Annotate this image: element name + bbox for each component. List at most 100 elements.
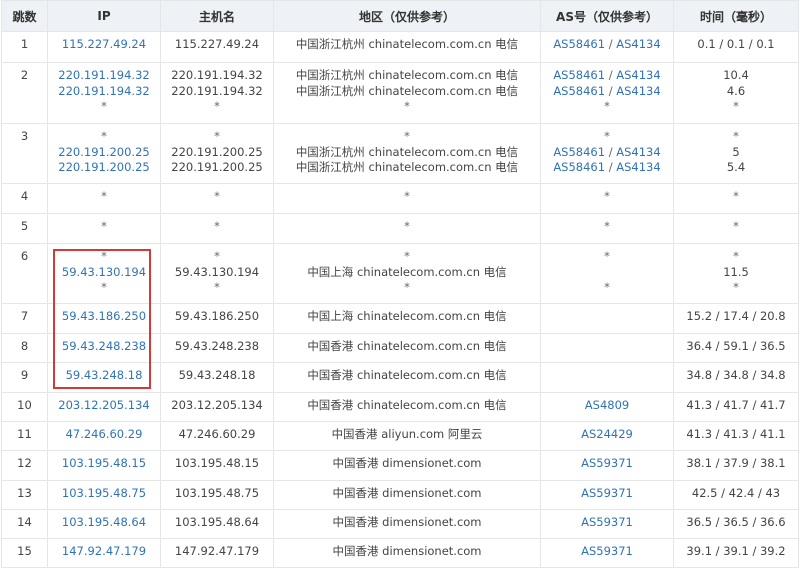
hop-number: 15	[17, 544, 32, 558]
ip-link[interactable]: 220.191.200.25	[50, 145, 158, 161]
hostname-text: *	[214, 280, 220, 294]
ip-link[interactable]: 59.43.130.194	[50, 265, 158, 281]
hop-number: 3	[20, 129, 29, 143]
hostname-text: 220.191.194.32	[171, 83, 263, 98]
as-link[interactable]: AS58461	[553, 68, 605, 82]
ip-link[interactable]: 147.92.47.179	[50, 544, 158, 560]
time-text: *	[733, 99, 739, 113]
table-row: 12 103.195.48.15 103.195.48.15 中国香港 dimensi…	[1, 450, 799, 481]
ip-link[interactable]: 115.227.49.24	[50, 37, 158, 53]
hostname-cell: 59.43.186.250	[160, 303, 274, 334]
hop-cell: 1	[1, 31, 48, 63]
time-text: 11.5	[723, 264, 749, 279]
table-row: 9 59.43.248.18 59.43.248.18 中国香港 chinatelec…	[1, 362, 799, 393]
as-cell	[540, 362, 674, 393]
hostname-text: *	[214, 189, 220, 203]
as-link[interactable]: AS59371	[581, 544, 633, 558]
region-cell: 中国香港 chinatelecom.com.cn 电信	[273, 392, 541, 422]
hostname-cell: * 59.43.130.194 *	[160, 243, 274, 304]
as-link[interactable]: AS58461	[553, 160, 605, 174]
ip-link[interactable]: 59.43.248.238	[50, 339, 158, 355]
region-cell: 中国香港 dimensionet.com	[273, 538, 541, 568]
hop-cell: 4	[1, 183, 48, 214]
hop-cell: 12	[1, 450, 48, 481]
time-text: 0.1 / 0.1 / 0.1	[697, 37, 775, 51]
as-line: AS59371	[543, 456, 671, 472]
region-text: 中国香港 aliyun.com 阿里云	[331, 427, 483, 441]
hostname-cell: 203.12.205.134	[160, 392, 274, 422]
as-cell: AS59371	[540, 480, 674, 510]
time-cell: 34.8 / 34.8 / 34.8	[673, 362, 799, 393]
table-row: 2 220.191.194.32 220.191.194.32 * 220.191.19…	[1, 62, 799, 124]
ip-link[interactable]: 103.195.48.64	[50, 515, 158, 531]
region-cell: *	[273, 183, 541, 214]
as-cell: *	[540, 213, 674, 244]
hostname-cell: *	[160, 213, 274, 244]
table-header: 跳数 IP 主机名 地区（仅供参考） AS号（仅供参考） 时间（毫秒）	[1, 0, 799, 32]
hop-number: 14	[17, 515, 32, 529]
as-link[interactable]: AS59371	[581, 515, 633, 529]
as-link[interactable]: AS4134	[616, 68, 660, 82]
as-line: *	[543, 129, 671, 145]
as-line: *	[543, 189, 671, 205]
ip-link[interactable]: 103.195.48.15	[50, 456, 158, 472]
ip-link[interactable]: 59.43.248.18	[50, 368, 158, 384]
ip-placeholder: *	[101, 249, 107, 263]
hop-cell: 5	[1, 213, 48, 244]
ip-link[interactable]: 220.191.200.25	[50, 160, 158, 176]
hostname-text: 59.43.130.194	[174, 264, 260, 279]
ip-cell: 115.227.49.24	[47, 31, 161, 63]
as-separator: /	[605, 37, 617, 51]
time-cell: *	[673, 213, 799, 244]
as-link[interactable]: AS4809	[585, 398, 629, 412]
as-link[interactable]: AS58461	[553, 84, 605, 98]
col-header-ip: IP	[47, 0, 161, 32]
as-link[interactable]: AS59371	[581, 456, 633, 470]
as-link[interactable]: AS24429	[581, 427, 633, 441]
region-cell: 中国香港 aliyun.com 阿里云	[273, 421, 541, 451]
ip-placeholder: *	[101, 280, 107, 294]
hop-cell: 8	[1, 333, 48, 363]
hostname-text: 59.43.186.250	[174, 309, 260, 323]
as-link[interactable]: AS4134	[616, 160, 660, 174]
ip-link[interactable]: 103.195.48.75	[50, 486, 158, 502]
ip-cell: 103.195.48.75	[47, 480, 161, 510]
ip-link[interactable]: 220.191.194.32	[50, 68, 158, 84]
time-cell: * 11.5 *	[673, 243, 799, 304]
as-line: AS4809	[543, 398, 671, 414]
hop-number: 13	[17, 486, 32, 500]
as-line	[543, 339, 671, 355]
region-text: *	[404, 99, 410, 113]
as-link[interactable]: AS4134	[616, 37, 660, 51]
as-line: AS58461 / AS4134	[543, 37, 671, 53]
hostname-cell: 47.246.60.29	[160, 421, 274, 451]
as-placeholder: *	[604, 129, 610, 143]
hostname-text: 220.191.194.32	[171, 68, 263, 82]
as-link[interactable]: AS58461	[553, 145, 605, 159]
region-cell: 中国香港 chinatelecom.com.cn 电信	[273, 362, 541, 393]
time-cell: 41.3 / 41.7 / 41.7	[673, 392, 799, 422]
hostname-cell: 59.43.248.18	[160, 362, 274, 393]
as-separator: /	[605, 144, 617, 159]
as-cell: *	[540, 183, 674, 214]
as-cell: AS59371	[540, 450, 674, 481]
as-link[interactable]: AS4134	[616, 145, 660, 159]
hostname-cell: * 220.191.200.25 220.191.200.25	[160, 123, 274, 184]
table-row: 6 * 59.43.130.194 * * 59.43.130.194 * * 中国上海 chi…	[1, 243, 799, 304]
as-cell: AS4809	[540, 392, 674, 422]
region-text: 中国香港 dimensionet.com	[332, 515, 482, 529]
hostname-text: 220.191.200.25	[171, 144, 263, 159]
hostname-text: 203.12.205.134	[171, 398, 263, 412]
as-link[interactable]: AS59371	[581, 486, 633, 500]
hop-number: 12	[17, 456, 32, 470]
ip-link[interactable]: 47.246.60.29	[50, 427, 158, 443]
hop-number: 7	[20, 309, 29, 323]
as-link[interactable]: AS4134	[616, 84, 660, 98]
ip-link[interactable]: 220.191.194.32	[50, 84, 158, 100]
ip-link[interactable]: 59.43.186.250	[50, 309, 158, 325]
table-row: 8 59.43.248.238 59.43.248.238 中国香港 chinatel…	[1, 333, 799, 363]
ip-placeholder: *	[101, 129, 107, 143]
ip-link[interactable]: 203.12.205.134	[50, 398, 158, 414]
as-link[interactable]: AS58461	[553, 37, 605, 51]
table-row: 11 47.246.60.29 47.246.60.29 中国香港 aliyun.co…	[1, 421, 799, 451]
